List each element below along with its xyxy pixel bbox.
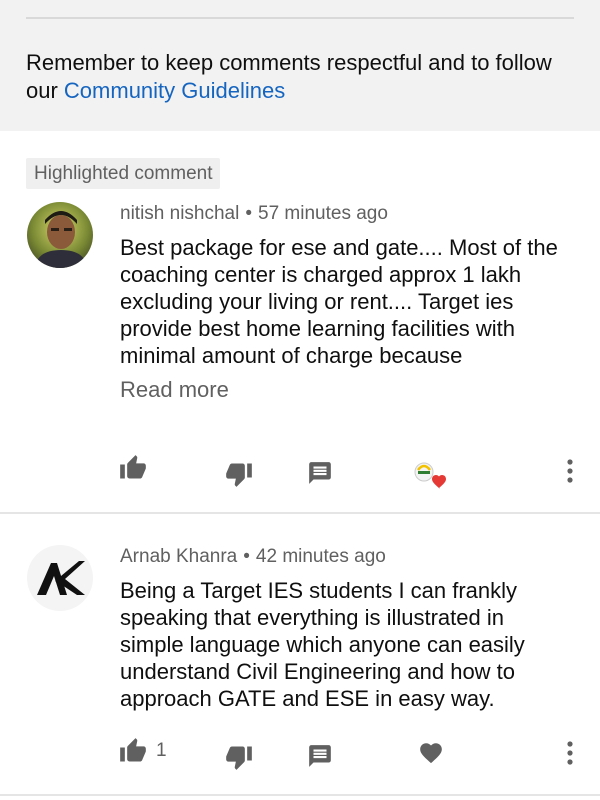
meta-separator: • [245,203,252,224]
creator-heart[interactable] [410,458,452,492]
reply-icon [309,745,331,767]
dislike-button[interactable] [222,740,256,774]
heart-icon [420,743,442,764]
more-vert-icon [567,459,573,483]
avatar[interactable] [27,545,93,611]
comment-text: Best package for ese and gate.... Most o… [120,235,558,368]
comment-divider [0,794,600,796]
guidelines-text: Remember to keep comments respectful and… [26,49,566,105]
read-more-link[interactable]: Read more [120,377,229,403]
community-guidelines-link[interactable]: Community Guidelines [64,78,285,103]
like-button[interactable] [116,451,150,485]
sheet-divider [26,17,574,19]
more-vert-icon [567,741,573,765]
guidelines-notice: Remember to keep comments respectful and… [0,0,600,131]
heart-button[interactable] [414,736,448,770]
like-count: 1 [156,740,167,761]
author-name[interactable]: nitish nishchal [120,203,239,224]
thumbs-down-icon [226,463,252,487]
comment-meta: Arnab Khanra • 42 minutes ago [120,546,386,568]
creator-heart-icon [414,462,446,489]
author-name[interactable]: Arnab Khanra [120,546,237,567]
comment-meta: nitish nishchal • 57 minutes ago [120,203,388,225]
thumbs-up-icon [120,455,146,479]
highlighted-comment-badge: Highlighted comment [26,158,221,189]
more-options-button[interactable] [558,456,582,486]
comment-time[interactable]: 57 minutes ago [258,203,388,224]
reply-button[interactable] [303,739,337,773]
avatar[interactable] [27,202,93,268]
thumbs-up-icon [120,738,146,762]
more-options-button[interactable] [558,738,582,768]
like-button[interactable] [116,734,150,768]
dislike-button[interactable] [222,457,256,491]
reply-button[interactable] [303,456,337,490]
comment-text: Being a Target IES students I can frankl… [120,578,525,711]
meta-separator: • [243,546,250,567]
comment-time[interactable]: 42 minutes ago [256,546,386,567]
thumbs-down-icon [226,746,252,770]
reply-icon [309,462,331,484]
comment-divider [0,512,600,514]
